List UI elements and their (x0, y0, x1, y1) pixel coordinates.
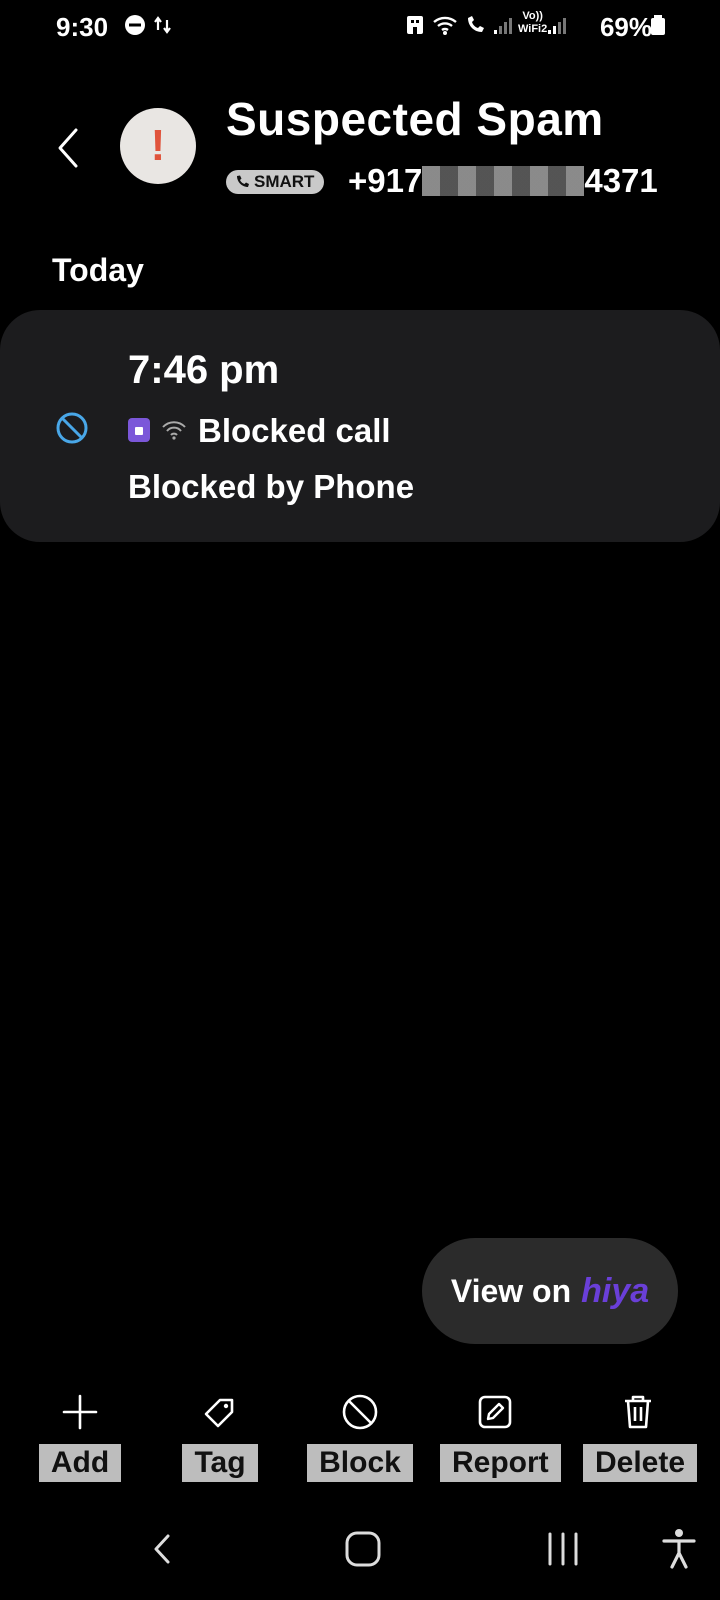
signal-1-icon (494, 18, 512, 34)
exclamation-icon: ! (150, 121, 166, 170)
smart-badge: SMART (226, 170, 325, 194)
block-icon (342, 1394, 378, 1430)
nav-recents-button[interactable] (538, 1524, 588, 1574)
call-note: Blocked by Phone (128, 468, 415, 505)
delete-button[interactable]: Delete (583, 1390, 698, 1482)
view-on-hiya-button[interactable]: View on hiya (422, 1238, 678, 1344)
report-button[interactable]: Report (440, 1390, 561, 1482)
back-button[interactable] (48, 120, 88, 176)
wifi-call-icon (162, 421, 186, 440)
block-button[interactable]: Block (305, 1390, 415, 1482)
trash-icon (625, 1395, 651, 1429)
wifi-calling-icon (468, 16, 484, 32)
plus-icon (62, 1394, 98, 1430)
building-icon (407, 16, 423, 34)
volte-wifi-label: Vo)) WiFi2 (518, 10, 548, 35)
battery-icon (651, 15, 665, 35)
phone-icon (237, 175, 249, 187)
blocked-call-icon (56, 412, 88, 444)
add-button[interactable]: Add (25, 1390, 135, 1482)
tag-icon (204, 1398, 234, 1428)
nav-back-button[interactable] (138, 1524, 188, 1574)
number-mask (422, 166, 585, 196)
sim-icon (128, 418, 150, 442)
battery-percent: 69% (599, 12, 652, 42)
data-transfer-icon (154, 16, 171, 34)
section-title: Today (52, 252, 144, 288)
status-time: 9:30 (56, 12, 109, 42)
avatar: ! (120, 108, 196, 184)
call-time: 7:46 pm (128, 348, 280, 392)
signal-2-icon (548, 18, 566, 34)
nav-home-button[interactable] (338, 1524, 388, 1574)
tag-button[interactable]: Tag (165, 1390, 275, 1482)
report-icon (478, 1395, 512, 1429)
phone-number: +917 4371 (348, 162, 658, 199)
call-type: Blocked call (198, 412, 391, 449)
hiya-logo: hiya (581, 1271, 650, 1310)
contact-title: Suspected Spam (226, 93, 604, 145)
accessibility-icon[interactable] (654, 1524, 704, 1574)
wifi-icon (433, 16, 457, 35)
do-not-disturb-icon (125, 15, 145, 35)
